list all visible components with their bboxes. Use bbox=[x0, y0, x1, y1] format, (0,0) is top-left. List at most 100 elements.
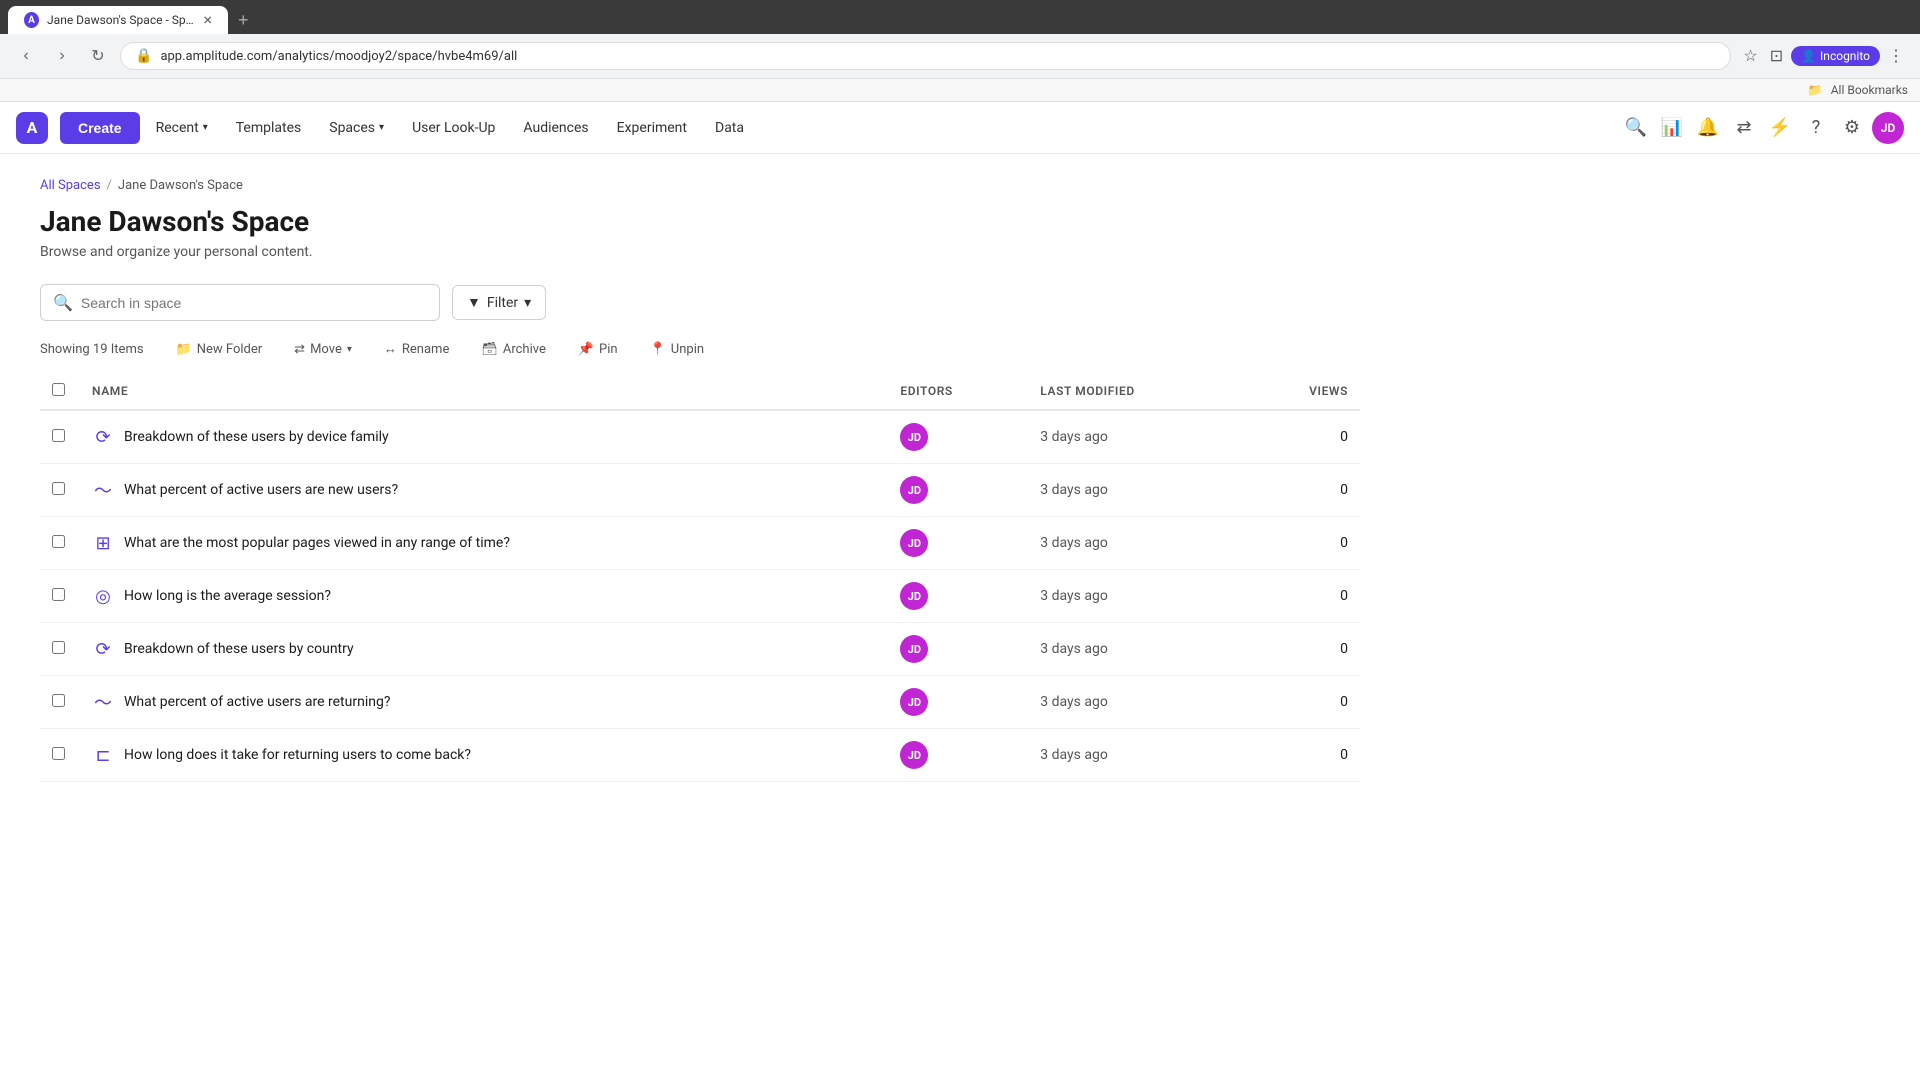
new-folder-label: New Folder bbox=[197, 342, 262, 357]
item-name[interactable]: Breakdown of these users by country bbox=[124, 641, 354, 657]
select-all-header[interactable] bbox=[40, 373, 80, 410]
row-checkbox[interactable] bbox=[52, 535, 65, 548]
row-checkbox-cell[interactable] bbox=[40, 410, 80, 464]
nav-item-data[interactable]: Data bbox=[703, 112, 756, 144]
name-column-header[interactable]: NAME bbox=[80, 373, 888, 410]
search-filter-row: 🔍 ▼ Filter ▾ bbox=[40, 284, 1360, 321]
toolbar: Showing 19 Items 📁 New Folder ⇄ Move ▾ ↔… bbox=[40, 337, 1360, 361]
table-row[interactable]: 〜 What percent of active users are new u… bbox=[40, 464, 1360, 517]
nav-item-templates[interactable]: Templates bbox=[224, 112, 314, 144]
row-checkbox[interactable] bbox=[52, 588, 65, 601]
table-row[interactable]: 〜 What percent of active users are retur… bbox=[40, 676, 1360, 729]
item-type-icon: ⊏ bbox=[92, 744, 114, 766]
forward-button[interactable]: › bbox=[48, 42, 76, 70]
editor-cell: JD bbox=[888, 676, 1028, 729]
table-row[interactable]: ⊞ What are the most popular pages viewed… bbox=[40, 517, 1360, 570]
name-cell[interactable]: 〜 What percent of active users are retur… bbox=[80, 676, 888, 729]
lock-icon: 🔒 bbox=[135, 48, 152, 64]
table-row[interactable]: ⟳ Breakdown of these users by device fam… bbox=[40, 410, 1360, 464]
editor-cell: JD bbox=[888, 464, 1028, 517]
unpin-button[interactable]: 📍 Unpin bbox=[642, 338, 712, 361]
editor-avatar: JD bbox=[900, 688, 928, 716]
help-button[interactable]: ? bbox=[1800, 112, 1832, 144]
row-checkbox-cell[interactable] bbox=[40, 517, 80, 570]
row-checkbox-cell[interactable] bbox=[40, 623, 80, 676]
active-tab[interactable]: A Jane Dawson's Space - Space × bbox=[8, 6, 228, 34]
breadcrumb-all-spaces-link[interactable]: All Spaces bbox=[40, 178, 101, 193]
browser-tabs-bar: A Jane Dawson's Space - Space × + bbox=[0, 0, 1920, 34]
views-cell: 0 bbox=[1245, 464, 1360, 517]
back-button[interactable]: ‹ bbox=[12, 42, 40, 70]
analytics-icon-button[interactable]: 📊 bbox=[1656, 112, 1688, 144]
row-checkbox[interactable] bbox=[52, 747, 65, 760]
notifications-button[interactable]: 🔔 bbox=[1692, 112, 1724, 144]
new-tab-button[interactable]: + bbox=[232, 10, 255, 31]
name-cell[interactable]: ⊞ What are the most popular pages viewed… bbox=[80, 517, 888, 570]
item-name[interactable]: What are the most popular pages viewed i… bbox=[124, 535, 510, 551]
activity-button[interactable]: ⚡ bbox=[1764, 112, 1796, 144]
editors-column-header[interactable]: EDITORS bbox=[888, 373, 1028, 410]
row-checkbox[interactable] bbox=[52, 694, 65, 707]
select-all-checkbox[interactable] bbox=[52, 383, 65, 396]
table-row[interactable]: ⟳ Breakdown of these users by country JD… bbox=[40, 623, 1360, 676]
row-checkbox[interactable] bbox=[52, 429, 65, 442]
tab-close-button[interactable]: × bbox=[203, 12, 212, 28]
nav-item-audiences[interactable]: Audiences bbox=[511, 112, 600, 144]
row-checkbox-cell[interactable] bbox=[40, 570, 80, 623]
move-button[interactable]: ⇄ Move ▾ bbox=[286, 338, 360, 361]
editor-avatar: JD bbox=[900, 741, 928, 769]
row-checkbox-cell[interactable] bbox=[40, 464, 80, 517]
item-name[interactable]: What percent of active users are returni… bbox=[124, 694, 390, 710]
views-cell: 0 bbox=[1245, 570, 1360, 623]
nav-item-spaces[interactable]: Spaces ▾ bbox=[317, 112, 396, 144]
name-cell[interactable]: ◎ How long is the average session? bbox=[80, 570, 888, 623]
amplitude-logo[interactable]: A bbox=[16, 112, 48, 144]
row-checkbox[interactable] bbox=[52, 641, 65, 654]
editor-avatar: JD bbox=[900, 423, 928, 451]
row-checkbox-cell[interactable] bbox=[40, 676, 80, 729]
menu-button[interactable]: ⋮ bbox=[1884, 42, 1908, 70]
search-box[interactable]: 🔍 bbox=[40, 284, 440, 321]
views-column-header[interactable]: VIEWS bbox=[1245, 373, 1360, 410]
filter-button[interactable]: ▼ Filter ▾ bbox=[452, 285, 546, 320]
item-name[interactable]: What percent of active users are new use… bbox=[124, 482, 398, 498]
editor-cell: JD bbox=[888, 570, 1028, 623]
archive-button[interactable]: 🗃 Archive bbox=[473, 338, 554, 361]
rename-button[interactable]: ↔ Rename bbox=[376, 337, 457, 361]
nav-item-user-lookup[interactable]: User Look-Up bbox=[400, 112, 507, 144]
pin-icon: 📌 bbox=[578, 342, 594, 357]
name-cell[interactable]: ⟳ Breakdown of these users by device fam… bbox=[80, 410, 888, 464]
nav-item-recent[interactable]: Recent ▾ bbox=[144, 112, 220, 144]
create-button[interactable]: Create bbox=[60, 112, 140, 144]
sync-button[interactable]: ⇄ bbox=[1728, 112, 1760, 144]
name-cell[interactable]: ⟳ Breakdown of these users by country bbox=[80, 623, 888, 676]
item-name[interactable]: How long is the average session? bbox=[124, 588, 331, 604]
item-name[interactable]: Breakdown of these users by device famil… bbox=[124, 429, 389, 445]
extensions-button[interactable]: ⊡ bbox=[1766, 42, 1787, 70]
row-checkbox-cell[interactable] bbox=[40, 729, 80, 782]
user-avatar[interactable]: JD bbox=[1872, 112, 1904, 144]
bookmarks-bar: 📁 All Bookmarks bbox=[0, 79, 1920, 102]
new-folder-button[interactable]: 📁 New Folder bbox=[168, 338, 271, 361]
bookmarks-label[interactable]: All Bookmarks bbox=[1831, 83, 1908, 97]
reload-button[interactable]: ↻ bbox=[84, 42, 112, 70]
last-modified-column-header[interactable]: LAST MODIFIED bbox=[1028, 373, 1245, 410]
nav-item-experiment[interactable]: Experiment bbox=[605, 112, 699, 144]
settings-button[interactable]: ⚙ bbox=[1836, 112, 1868, 144]
search-button[interactable]: 🔍 bbox=[1620, 112, 1652, 144]
item-type-icon: 〜 bbox=[92, 479, 114, 501]
new-folder-icon: 📁 bbox=[176, 342, 192, 357]
tab-favicon: A bbox=[24, 12, 39, 28]
name-cell[interactable]: ⊏ How long does it take for returning us… bbox=[80, 729, 888, 782]
table-row[interactable]: ⊏ How long does it take for returning us… bbox=[40, 729, 1360, 782]
table-row[interactable]: ◎ How long is the average session? JD 3 … bbox=[40, 570, 1360, 623]
bookmark-star-button[interactable]: ☆ bbox=[1739, 42, 1761, 70]
last-modified-cell: 3 days ago bbox=[1028, 464, 1245, 517]
filter-icon: ▼ bbox=[467, 294, 481, 311]
search-input[interactable] bbox=[81, 295, 427, 311]
row-checkbox[interactable] bbox=[52, 482, 65, 495]
item-name[interactable]: How long does it take for returning user… bbox=[124, 747, 471, 763]
name-cell[interactable]: 〜 What percent of active users are new u… bbox=[80, 464, 888, 517]
address-bar[interactable]: 🔒 app.amplitude.com/analytics/moodjoy2/s… bbox=[120, 42, 1731, 70]
pin-button[interactable]: 📌 Pin bbox=[570, 338, 626, 361]
